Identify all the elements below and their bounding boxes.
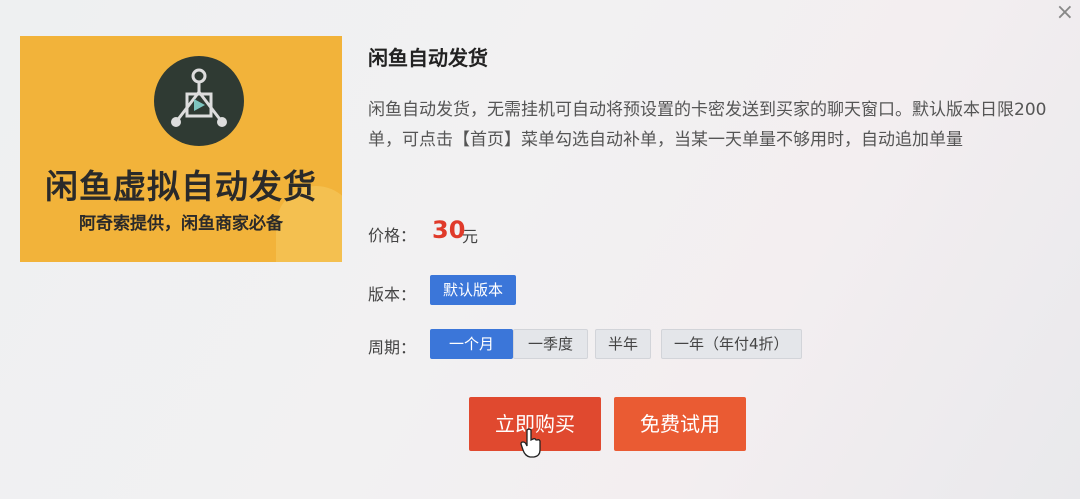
product-banner-image: 闲鱼虚拟自动发货 阿奇索提供，闲鱼商家必备 — [20, 36, 342, 262]
cycle-label: 周期： — [368, 338, 417, 357]
app-logo-icon — [154, 56, 244, 146]
price-unit: 元 — [462, 227, 479, 246]
product-description: 闲鱼自动发货，无需挂机可自动将预设置的卡密发送到买家的聊天窗口。默认版本日限20… — [368, 100, 1047, 150]
banner-title: 闲鱼虚拟自动发货 — [45, 167, 317, 206]
free-trial-button[interactable]: 免费试用 — [614, 397, 746, 451]
version-label: 版本： — [368, 285, 417, 304]
hand-pointer-icon — [520, 428, 541, 458]
banner-subtitle: 阿奇索提供，闲鱼商家必备 — [79, 214, 283, 234]
version-option-default[interactable]: 默认版本 — [430, 275, 517, 305]
product-title: 闲鱼自动发货 — [368, 46, 488, 70]
close-icon[interactable]: × — [1056, 0, 1074, 25]
cycle-option-quarter[interactable]: 一季度 — [513, 329, 589, 359]
cycle-option-month[interactable]: 一个月 — [430, 329, 514, 359]
price-value: 30 — [432, 216, 466, 244]
cycle-option-year[interactable]: 一年（年付4折） — [661, 329, 802, 359]
cycle-option-half-year[interactable]: 半年 — [595, 329, 652, 359]
price-label: 价格： — [368, 226, 417, 245]
